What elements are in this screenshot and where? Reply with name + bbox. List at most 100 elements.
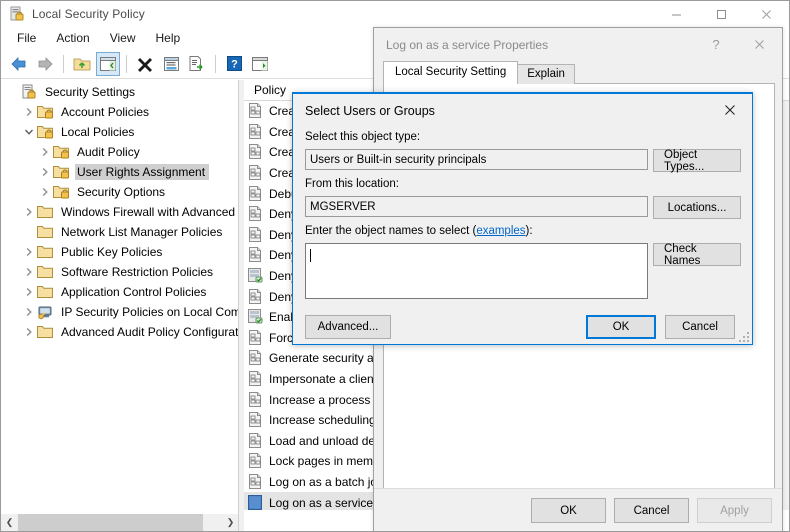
console-tree-pane: Security Settings Account Policies Local P…	[1, 80, 239, 531]
tree-item-label: Public Key Policies	[61, 245, 163, 259]
tree-item-audit-policy[interactable]: Audit Policy	[1, 142, 238, 162]
user-right-icon	[248, 391, 264, 408]
properties-dialog-titlebar: Log on as a service Properties ?	[374, 28, 782, 62]
action-pane-icon[interactable]	[248, 52, 272, 76]
export-list-icon[interactable]	[185, 52, 209, 76]
user-right-icon	[248, 473, 264, 490]
examples-link[interactable]: examples	[476, 225, 525, 237]
tree-item-security-settings[interactable]: Security Settings	[1, 82, 238, 102]
chevron-right-icon[interactable]	[37, 164, 53, 180]
chevron-down-icon[interactable]	[21, 124, 37, 140]
tree-item-label: Security Options	[77, 185, 166, 199]
tree-item-ip-security-policies-on-local-computer[interactable]: IP Security Policies on Local Computer	[1, 302, 238, 322]
chevron-right-icon[interactable]	[21, 264, 37, 280]
tree-item-windows-firewall-with-advanced-security[interactable]: Windows Firewall with Advanced Security	[1, 202, 238, 222]
toolbar-separator	[63, 54, 64, 73]
object-type-label: Select this object type:	[305, 131, 421, 143]
chevron-right-icon[interactable]	[21, 104, 37, 120]
locations-button[interactable]: Locations...	[653, 196, 741, 219]
check-names-button[interactable]: Check Names	[653, 243, 741, 267]
user-right-configured-icon	[248, 268, 264, 284]
tree-item-account-policies[interactable]: Account Policies	[1, 102, 238, 122]
folder-icon	[37, 224, 55, 240]
tree-item-label: Security Settings	[45, 85, 136, 99]
object-names-input[interactable]	[305, 243, 648, 299]
local-security-policy-window: Local Security Policy File Action View H…	[0, 0, 790, 532]
chevron-right-icon[interactable]	[21, 324, 37, 340]
toolbar-separator	[126, 54, 127, 73]
tree-item-label: Local Policies	[61, 125, 135, 139]
object-type-field[interactable]: Users or Built-in security principals	[305, 149, 648, 170]
policy-row-label: Lock pages in memory	[269, 454, 390, 469]
ipsec-icon	[37, 304, 55, 320]
user-right-icon	[248, 247, 264, 263]
close-icon[interactable]	[736, 28, 782, 60]
maximize-button[interactable]	[699, 1, 744, 27]
properties-ok-button[interactable]: OK	[531, 498, 606, 523]
menu-action[interactable]: Action	[46, 29, 99, 47]
help-question-icon[interactable]: ?	[222, 52, 246, 76]
tree-item-software-restriction-policies[interactable]: Software Restriction Policies	[1, 262, 238, 282]
location-field[interactable]: MGSERVER	[305, 196, 648, 217]
policy-folder-icon	[53, 184, 71, 200]
chevron-right-icon[interactable]	[21, 304, 37, 320]
chevron-right-icon[interactable]	[21, 244, 37, 260]
object-names-label-suffix: ):	[525, 225, 533, 237]
scroll-left-arrow[interactable]: ❮	[1, 514, 18, 531]
folder-icon	[37, 204, 55, 220]
folder-up-icon[interactable]	[70, 52, 94, 76]
tree-items: Security Settings Account Policies Local P…	[1, 80, 238, 342]
tree-item-label: Windows Firewall with Advanced Security	[61, 205, 238, 219]
select-users-dialog-body: Select this object type: Users or Built-…	[293, 127, 752, 344]
scroll-right-arrow[interactable]: ❯	[222, 514, 238, 531]
select-users-cancel-button[interactable]: Cancel	[665, 315, 735, 339]
tab-local-security-setting[interactable]: Local Security Setting	[383, 61, 519, 84]
tree-item-security-options[interactable]: Security Options	[1, 182, 238, 202]
delete-x-icon[interactable]	[133, 52, 157, 76]
scrollbar-track[interactable]	[203, 514, 222, 531]
menu-help[interactable]: Help	[146, 29, 191, 47]
object-names-label: Enter the object names to select (exampl…	[305, 225, 533, 237]
tree-item-label: Application Control Policies	[61, 285, 207, 299]
tree-horizontal-scrollbar[interactable]: ❮ ❯	[1, 514, 238, 531]
tree-item-network-list-manager-policies[interactable]: Network List Manager Policies	[1, 222, 238, 242]
scrollbar-thumb[interactable]	[18, 514, 203, 531]
chevron-right-icon[interactable]	[21, 204, 37, 220]
menu-file[interactable]: File	[7, 29, 46, 47]
chevron-right-icon[interactable]	[37, 144, 53, 160]
tab-explain[interactable]: Explain	[517, 64, 575, 84]
tree-item-label: Audit Policy	[77, 145, 140, 159]
select-users-ok-button[interactable]: OK	[586, 315, 656, 339]
resize-grip-icon[interactable]	[737, 330, 749, 342]
svg-text:?: ?	[231, 59, 238, 71]
chevron-right-icon[interactable]	[37, 184, 53, 200]
tree-item-label: Advanced Audit Policy Configuration	[61, 325, 239, 339]
policy-folder-icon	[37, 104, 55, 120]
minimize-button[interactable]	[654, 1, 699, 27]
tree-item-user-rights-assignment[interactable]: User Rights Assignment	[1, 162, 238, 182]
user-right-icon	[248, 329, 264, 346]
window-title: Local Security Policy	[32, 7, 145, 21]
menu-view[interactable]: View	[100, 29, 146, 47]
tree-item-advanced-audit-policy-configuration[interactable]: Advanced Audit Policy Configuration	[1, 322, 238, 342]
properties-icon[interactable]	[159, 52, 183, 76]
close-icon[interactable]	[708, 94, 752, 125]
advanced-button[interactable]: Advanced...	[305, 315, 391, 339]
object-types-button[interactable]: Object Types...	[653, 149, 741, 173]
console-tree-icon[interactable]	[96, 51, 120, 76]
close-button[interactable]	[744, 1, 789, 27]
user-right-icon	[248, 412, 264, 428]
back-arrow-icon[interactable]	[7, 52, 31, 76]
properties-dialog-title: Log on as a service Properties	[386, 38, 549, 52]
properties-cancel-button[interactable]: Cancel	[614, 498, 689, 523]
tree-item-application-control-policies[interactable]: Application Control Policies	[1, 282, 238, 302]
select-users-dialog-titlebar: Select Users or Groups	[293, 94, 752, 127]
properties-dialog-footer: OK Cancel Apply	[374, 488, 782, 531]
properties-tabstrip: Local Security Setting Explain	[383, 61, 775, 84]
forward-arrow-icon[interactable]	[33, 52, 57, 76]
tree-item-local-policies[interactable]: Local Policies	[1, 122, 238, 142]
chevron-right-icon[interactable]	[21, 284, 37, 300]
help-question-icon[interactable]: ?	[698, 28, 734, 60]
tree-item-public-key-policies[interactable]: Public Key Policies	[1, 242, 238, 262]
